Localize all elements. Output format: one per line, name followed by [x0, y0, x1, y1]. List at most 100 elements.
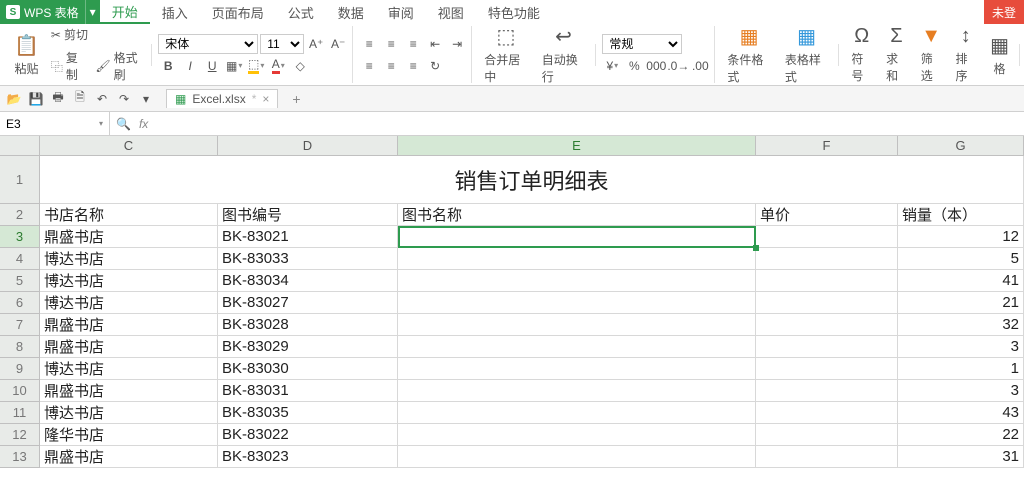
cell[interactable]: BK-83023 [218, 446, 398, 468]
search-icon[interactable]: 🔍 [116, 117, 131, 131]
undo-icon[interactable]: ↶ [94, 91, 110, 107]
thousands-button[interactable]: 000 [646, 56, 666, 76]
menu-tab-1[interactable]: 插入 [150, 0, 200, 24]
format-painter-button[interactable]: 🖌格式刷 [91, 47, 147, 85]
cell[interactable] [756, 358, 898, 380]
filter-button[interactable]: ▼筛选 [915, 23, 948, 86]
cell[interactable] [398, 446, 756, 468]
underline-button[interactable]: U [202, 56, 222, 76]
percent-button[interactable]: % [624, 56, 644, 76]
fx-icon[interactable]: fx [139, 117, 148, 131]
menu-tab-7[interactable]: 特色功能 [476, 0, 552, 24]
cell[interactable]: 鼎盛书店 [40, 380, 218, 402]
align-right-button[interactable]: ≡ [403, 56, 423, 76]
decrease-decimal-button[interactable]: .00 [690, 56, 710, 76]
cell[interactable] [398, 314, 756, 336]
cell[interactable] [398, 248, 756, 270]
increase-decimal-button[interactable]: .0→ [668, 56, 688, 76]
menu-tab-4[interactable]: 数据 [326, 0, 376, 24]
align-middle-button[interactable]: ≡ [381, 34, 401, 54]
print-icon[interactable]: 🖶 [50, 91, 66, 107]
cell[interactable]: 博达书店 [40, 292, 218, 314]
cell[interactable]: 3 [898, 380, 1024, 402]
format-button[interactable]: ▦格 [984, 31, 1015, 79]
header-qty[interactable]: 销量（本） [898, 204, 1024, 226]
cell[interactable]: BK-83031 [218, 380, 398, 402]
row-header-11[interactable]: 11 [0, 402, 40, 424]
cell[interactable] [398, 270, 756, 292]
cell[interactable] [756, 270, 898, 292]
orientation-button[interactable]: ↻ [425, 56, 445, 76]
menu-tab-5[interactable]: 审阅 [376, 0, 426, 24]
copy-button[interactable]: ⿻复制 [47, 47, 89, 85]
cell[interactable]: BK-83030 [218, 358, 398, 380]
qat-dropdown-icon[interactable]: ▾ [138, 91, 154, 107]
menu-tab-3[interactable]: 公式 [276, 0, 326, 24]
cell[interactable]: BK-83033 [218, 248, 398, 270]
cell[interactable]: 5 [898, 248, 1024, 270]
cell[interactable]: 隆华书店 [40, 424, 218, 446]
col-header-d[interactable]: D [218, 136, 398, 155]
open-icon[interactable]: 📂 [6, 91, 22, 107]
cell[interactable] [756, 380, 898, 402]
menu-tab-2[interactable]: 页面布局 [200, 0, 276, 24]
row-header-9[interactable]: 9 [0, 358, 40, 380]
cell[interactable]: 21 [898, 292, 1024, 314]
col-header-g[interactable]: G [898, 136, 1024, 155]
cell[interactable] [756, 226, 898, 248]
cell[interactable]: 43 [898, 402, 1024, 424]
cell[interactable]: 博达书店 [40, 248, 218, 270]
cell[interactable]: 3 [898, 336, 1024, 358]
cell[interactable]: 32 [898, 314, 1024, 336]
cell[interactable] [756, 248, 898, 270]
cut-button[interactable]: ✂剪切 [47, 24, 147, 45]
menu-tab-6[interactable]: 视图 [426, 0, 476, 24]
row-header-1[interactable]: 1 [0, 156, 40, 204]
fill-color-button[interactable]: ⬚▾ [246, 56, 266, 76]
indent-increase-button[interactable]: ⇥ [447, 34, 467, 54]
font-color-button[interactable]: A▾ [268, 56, 288, 76]
table-style-button[interactable]: ▦表格样式 [779, 22, 835, 87]
app-menu-dropdown[interactable]: ▾ [85, 0, 100, 24]
row-header-3[interactable]: 3 [0, 226, 40, 248]
file-tab[interactable]: ▦ Excel.xlsx * × [166, 89, 278, 108]
redo-icon[interactable]: ↷ [116, 91, 132, 107]
cell[interactable]: 博达书店 [40, 358, 218, 380]
cell[interactable]: BK-83022 [218, 424, 398, 446]
border-button[interactable]: ▦▾ [224, 56, 244, 76]
number-format-select[interactable]: 常规 [602, 34, 682, 54]
cell[interactable] [756, 424, 898, 446]
cell[interactable]: 41 [898, 270, 1024, 292]
cell[interactable]: BK-83027 [218, 292, 398, 314]
cell[interactable] [756, 446, 898, 468]
symbol-button[interactable]: Ω符号 [845, 23, 878, 86]
col-header-c[interactable]: C [40, 136, 218, 155]
clear-format-button[interactable]: ◇ [290, 56, 310, 76]
italic-button[interactable]: I [180, 56, 200, 76]
sum-button[interactable]: Σ求和 [880, 23, 913, 86]
font-size-select[interactable]: 11 [260, 34, 304, 54]
cell[interactable]: BK-83034 [218, 270, 398, 292]
row-header-2[interactable]: 2 [0, 204, 40, 226]
cell[interactable]: BK-83029 [218, 336, 398, 358]
indent-decrease-button[interactable]: ⇤ [425, 34, 445, 54]
cell[interactable] [756, 292, 898, 314]
cell[interactable]: 12 [898, 226, 1024, 248]
cell[interactable]: 鼎盛书店 [40, 314, 218, 336]
cell[interactable]: 博达书店 [40, 270, 218, 292]
row-header-10[interactable]: 10 [0, 380, 40, 402]
header-bookid[interactable]: 图书编号 [218, 204, 398, 226]
row-header-5[interactable]: 5 [0, 270, 40, 292]
formula-input[interactable] [156, 116, 1018, 131]
cell[interactable] [398, 380, 756, 402]
row-header-8[interactable]: 8 [0, 336, 40, 358]
align-center-button[interactable]: ≡ [381, 56, 401, 76]
cell[interactable] [756, 336, 898, 358]
align-left-button[interactable]: ≡ [359, 56, 379, 76]
sort-button[interactable]: ↕排序 [949, 23, 982, 86]
cell[interactable] [398, 358, 756, 380]
font-name-select[interactable]: 宋体 [158, 34, 258, 54]
spreadsheet-grid[interactable]: C D E F G 1 销售订单明细表 2 书店名称 图书编号 图书名称 单价 … [0, 136, 1024, 468]
close-tab-icon[interactable]: × [262, 92, 269, 106]
cell[interactable]: 鼎盛书店 [40, 446, 218, 468]
